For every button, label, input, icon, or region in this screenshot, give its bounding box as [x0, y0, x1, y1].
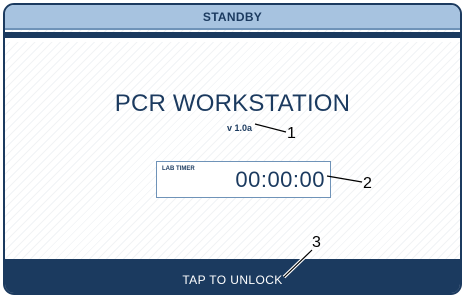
version-label: v 1.0a: [227, 123, 253, 133]
status-text: STANDBY: [202, 9, 263, 24]
status-bar: STANDBY: [5, 5, 460, 30]
timer-value: 00:00:00: [235, 167, 325, 192]
lab-timer-display: LAB TIMER 00:00:00: [156, 161, 331, 198]
unlock-label: TAP TO UNLOCK: [182, 273, 283, 287]
device-screen: STANDBY PCR WORKSTATION v 1.0a LAB TIMER…: [3, 3, 462, 295]
header-accent-gap: [5, 38, 460, 42]
app-title: PCR WORKSTATION: [114, 90, 351, 117]
timer-label: LAB TIMER: [162, 166, 195, 172]
unlock-button[interactable]: TAP TO UNLOCK: [5, 259, 460, 293]
